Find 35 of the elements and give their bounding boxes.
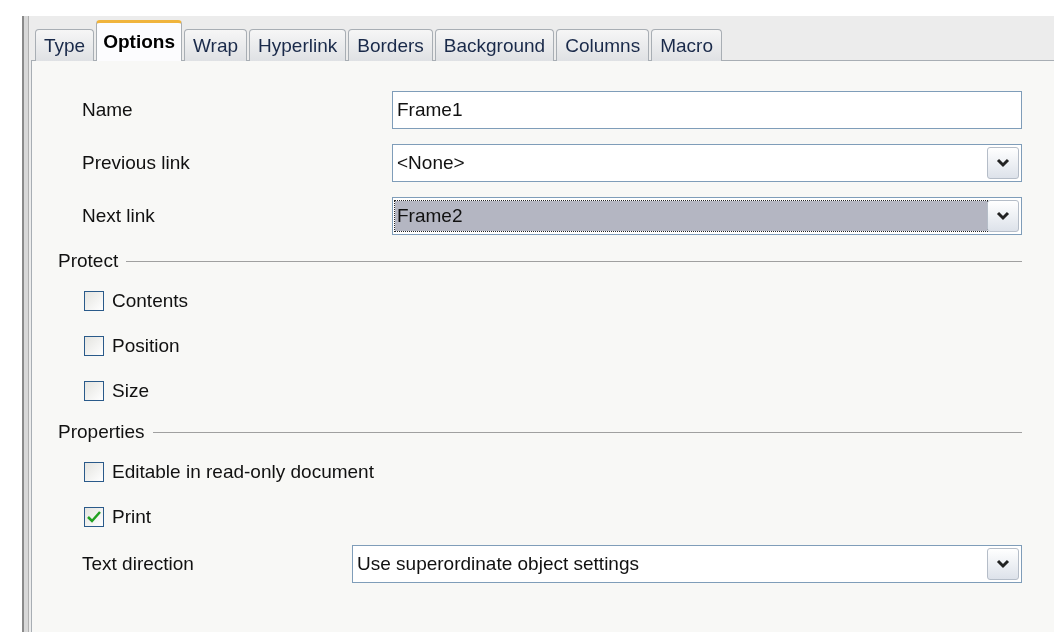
tab[interactable]: Wrap xyxy=(184,29,248,61)
caret-icon xyxy=(996,211,1010,221)
checkbox-label[interactable]: Print xyxy=(112,505,152,528)
dropdown-field[interactable]: Frame2 xyxy=(392,197,1022,235)
checkbox-label[interactable]: Position xyxy=(112,334,180,357)
checkmark-icon xyxy=(87,510,101,523)
section-title: Protect xyxy=(58,250,119,272)
tab[interactable]: Type xyxy=(35,29,95,61)
input-field[interactable]: Frame1 xyxy=(392,91,1022,129)
field-label: Name xyxy=(82,99,134,121)
tab[interactable]: Borders xyxy=(348,29,433,61)
caret-icon xyxy=(996,559,1010,569)
tab[interactable]: Options xyxy=(96,20,182,61)
checkbox-label[interactable]: Editable in read-only document xyxy=(112,460,374,483)
tab[interactable]: Background xyxy=(434,29,555,61)
checkbox[interactable] xyxy=(84,335,104,356)
checkbox-label[interactable]: Contents xyxy=(112,289,189,312)
section-title: Properties xyxy=(58,421,145,443)
field-label: Next link xyxy=(82,205,156,227)
dropdown-field[interactable]: <None> xyxy=(392,144,1022,182)
field-label: Text direction xyxy=(82,553,195,575)
field-label: Previous link xyxy=(82,152,191,174)
checkbox[interactable] xyxy=(84,461,104,482)
checkbox-label[interactable]: Size xyxy=(112,379,149,402)
checkbox[interactable] xyxy=(84,380,104,401)
dropdown-button[interactable] xyxy=(987,548,1019,580)
dropdown-button[interactable] xyxy=(987,147,1019,179)
caret-icon xyxy=(996,158,1010,168)
checkbox[interactable] xyxy=(84,506,104,527)
dropdown-field[interactable]: Use superordinate object settings xyxy=(352,545,1022,583)
tab[interactable]: Columns xyxy=(556,29,650,61)
tab[interactable]: Macro xyxy=(651,29,722,61)
dropdown-button[interactable] xyxy=(987,200,1019,232)
checkbox[interactable] xyxy=(84,290,104,311)
tab[interactable]: Hyperlink xyxy=(249,29,347,61)
